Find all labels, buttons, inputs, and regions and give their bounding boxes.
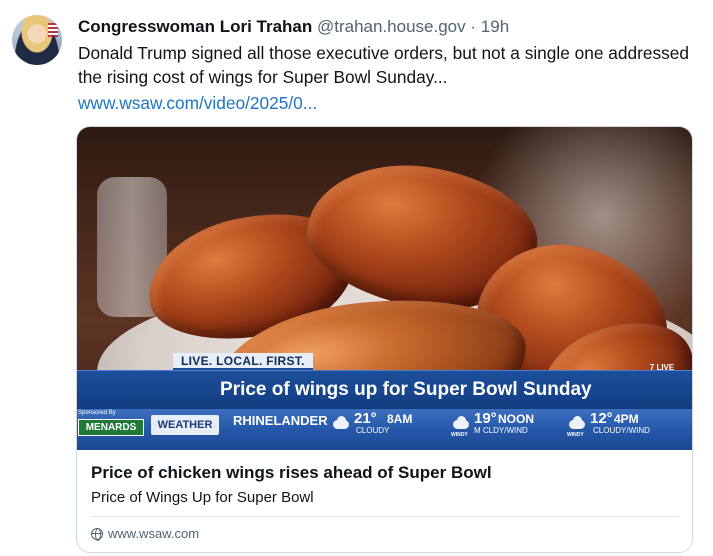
city-label: RHINELANDER [233,413,328,428]
forecast-temp: 19° [474,410,497,427]
post-link[interactable]: www.wsaw.com/video/2025/0... [78,91,317,115]
broadcast-headline: Price of wings up for Super Bowl Sunday [220,379,592,400]
post-header: Congresswoman Lori Trahan @trahan.house.… [78,16,509,38]
headline-bar: Price of wings up for Super Bowl Sunday [77,370,692,409]
sponsor-logo: MENARDS [78,419,144,436]
forecast-time: 8AM [387,412,413,426]
windy-cloud-icon [567,416,587,430]
card-divider [91,516,679,517]
forecast-condition: CLOUDY [356,426,390,435]
station-logo: 7 LIVE [649,363,675,372]
video-thumbnail[interactable]: LIVE. LOCAL. FIRST. Price of wings up fo… [77,127,692,450]
forecast-tag: WINDY [567,432,584,438]
card-domain[interactable]: www.wsaw.com [91,525,199,543]
sponsor-label: Sponsored By [78,410,116,416]
post-timestamp[interactable]: 19h [481,17,509,36]
card-description: Price of Wings Up for Super Bowl [91,489,314,506]
weather-label: WEATHER [151,415,219,435]
forecast-time: NOON [498,412,534,426]
forecast-temp: 12° [590,410,613,427]
flag-icon [48,23,58,37]
live-local-first-tag: LIVE. LOCAL. FIRST. [173,353,313,370]
author-name[interactable]: Congresswoman Lori Trahan [78,17,312,36]
forecast-condition: M CLDY/WIND [474,426,528,435]
forecast-time: 4PM [614,412,639,426]
author-handle[interactable]: @trahan.house.gov [317,17,466,36]
author-avatar[interactable] [12,15,62,65]
globe-icon [91,528,103,541]
forecast-temp: 21° [354,410,377,427]
windy-cloud-icon [451,416,471,430]
sponsor-block: Sponsored By MENARDS [77,409,147,450]
card-title[interactable]: Price of chicken wings rises ahead of Su… [91,462,492,484]
domain-text: www.wsaw.com [108,526,200,541]
forecast-tag: WINDY [451,432,468,438]
header-separator: · [470,17,477,36]
post: Congresswoman Lori Trahan @trahan.house.… [0,0,713,556]
link-preview-card[interactable]: LIVE. LOCAL. FIRST. Price of wings up fo… [76,126,693,553]
cloud-icon [331,416,351,430]
post-text: Donald Trump signed all those executive … [78,43,689,87]
weather-ticker: Sponsored By MENARDS WEATHER RHINELANDER… [77,409,692,450]
forecast-condition: CLOUDY/WIND [593,426,650,435]
